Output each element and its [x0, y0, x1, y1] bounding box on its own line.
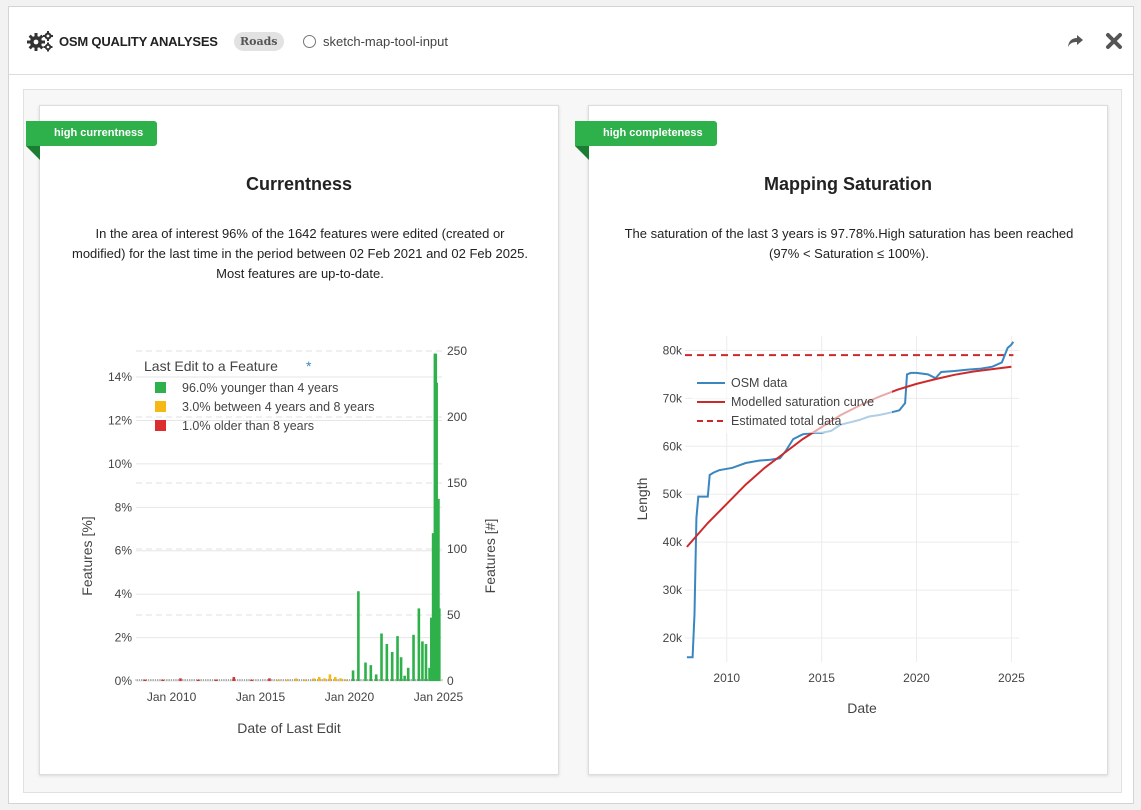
x-tick-label: 2010: [713, 671, 740, 685]
legend-label: 96.0% younger than 4 years: [182, 381, 338, 395]
currentness-chart[interactable]: 0% 2% 4% 6% 8% 10% 12% 14% 0 50 100 150 200 250 Jan 20…: [40, 106, 560, 776]
y-left-tick-label: 12%: [108, 413, 132, 427]
results-panel: high currentness Currentness In the area…: [23, 89, 1122, 793]
x-tick-label: Jan 2025: [414, 690, 464, 704]
bar: [385, 644, 389, 681]
bar: [424, 644, 428, 681]
bar: [399, 657, 403, 681]
bar: [143, 679, 147, 681]
app-title: OSM QUALITY ANALYSES: [59, 33, 218, 49]
y-tick-label: 70k: [663, 391, 683, 405]
close-icon[interactable]: [1105, 7, 1123, 75]
y-tick-label: 50k: [663, 487, 683, 501]
bar: [323, 678, 326, 681]
x-tick-label: Jan 2020: [325, 690, 375, 704]
y-right-tick-label: 0: [447, 674, 454, 688]
bar: [303, 679, 307, 681]
gears-icon: [27, 7, 57, 75]
y-right-tick-label: 100: [447, 542, 467, 556]
bar: [317, 677, 321, 681]
bar: [438, 608, 441, 681]
bar: [196, 679, 200, 681]
y-tick-label: 20k: [663, 631, 683, 645]
bar: [364, 662, 367, 681]
bar: [369, 665, 373, 681]
legend-title-mark: *: [306, 358, 312, 374]
bar: [285, 679, 289, 681]
y-tick-label: 40k: [663, 535, 683, 549]
bar: [161, 679, 164, 681]
ribbon-fold: [575, 146, 589, 160]
y-left-tick-label: 8%: [115, 500, 133, 514]
y-left-tick-label: 10%: [108, 457, 132, 471]
y-left-tick-label: 0%: [115, 674, 133, 688]
bar: [417, 608, 421, 681]
y-tick-label: 80k: [663, 343, 683, 357]
y-left-tick-label: 6%: [115, 544, 133, 558]
topic-badge: Roads: [234, 7, 284, 75]
bar: [421, 641, 424, 681]
y-tick-label: 60k: [663, 439, 683, 453]
y-left-tick-label: 14%: [108, 370, 132, 384]
y-right-tick-label: 250: [447, 344, 467, 358]
x-axis-title: Date: [847, 700, 877, 716]
y-right-tick-label: 150: [447, 476, 467, 490]
radio-circle-icon[interactable]: [303, 34, 316, 48]
bar: [357, 591, 360, 681]
y-left-tick-label: 2%: [115, 631, 133, 645]
legend-title: Last Edit to a Feature: [144, 358, 278, 374]
saturation-chart[interactable]: 20k 30k 40k 50k 60k 70k 80k 2010 2015 2020 2025 OSM…: [589, 106, 1109, 776]
y-right-axis-title: Features [#]: [482, 519, 498, 594]
bar: [328, 674, 332, 681]
x-axis-title: Date of Last Edit: [237, 720, 341, 736]
topic-badge-label: Roads: [234, 31, 284, 51]
share-icon[interactable]: [1067, 7, 1085, 75]
bar: [403, 675, 406, 681]
bar: [277, 679, 280, 681]
bar: [412, 634, 415, 681]
bar: [396, 636, 399, 681]
analysis-window: OSM QUALITY ANALYSES Roads sketch-map-to…: [8, 6, 1134, 804]
bar: [390, 651, 394, 681]
bar: [214, 679, 218, 681]
y-right-tick-label: 200: [447, 410, 467, 424]
bar: [333, 677, 337, 681]
legend-swatch: [155, 420, 166, 431]
bar: [268, 678, 271, 681]
x-tick-label: 2025: [998, 671, 1025, 685]
bar: [232, 677, 236, 681]
currentness-card: high currentness Currentness In the area…: [26, 105, 560, 776]
legend-swatch: [155, 401, 166, 412]
aoi-radio[interactable]: sketch-map-tool-input: [303, 7, 448, 75]
legend-label: 3.0% between 4 years and 8 years: [182, 400, 374, 414]
bar: [312, 678, 316, 681]
bar: [344, 679, 348, 681]
y-left-tick-label: 4%: [115, 587, 133, 601]
x-tick-label: Jan 2015: [236, 690, 286, 704]
bar: [380, 633, 383, 681]
bar: [294, 678, 298, 681]
ribbon-fold: [26, 146, 40, 160]
bar: [351, 670, 355, 681]
bar: [179, 678, 182, 681]
window-header: OSM QUALITY ANALYSES Roads sketch-map-to…: [9, 7, 1133, 75]
saturation-card: high completeness Mapping Saturation The…: [575, 105, 1109, 776]
y-axis-title: Length: [634, 478, 650, 521]
legend-label: 1.0% older than 8 years: [182, 419, 314, 433]
bar: [250, 679, 253, 681]
legend-swatch: [155, 382, 166, 393]
x-tick-label: Jan 2010: [147, 690, 197, 704]
legend-label: OSM data: [731, 376, 787, 390]
legend-label: Estimated total data: [731, 414, 842, 428]
y-tick-label: 30k: [663, 583, 683, 597]
bar: [339, 678, 342, 681]
y-right-tick-label: 50: [447, 608, 461, 622]
bar: [374, 674, 378, 681]
y-left-axis-title: Features [%]: [79, 516, 95, 595]
x-tick-label: 2015: [808, 671, 835, 685]
legend-label: Modelled saturation curve: [731, 395, 874, 409]
x-tick-label: 2020: [903, 671, 930, 685]
bar: [406, 667, 410, 681]
aoi-label: sketch-map-tool-input: [323, 33, 448, 49]
